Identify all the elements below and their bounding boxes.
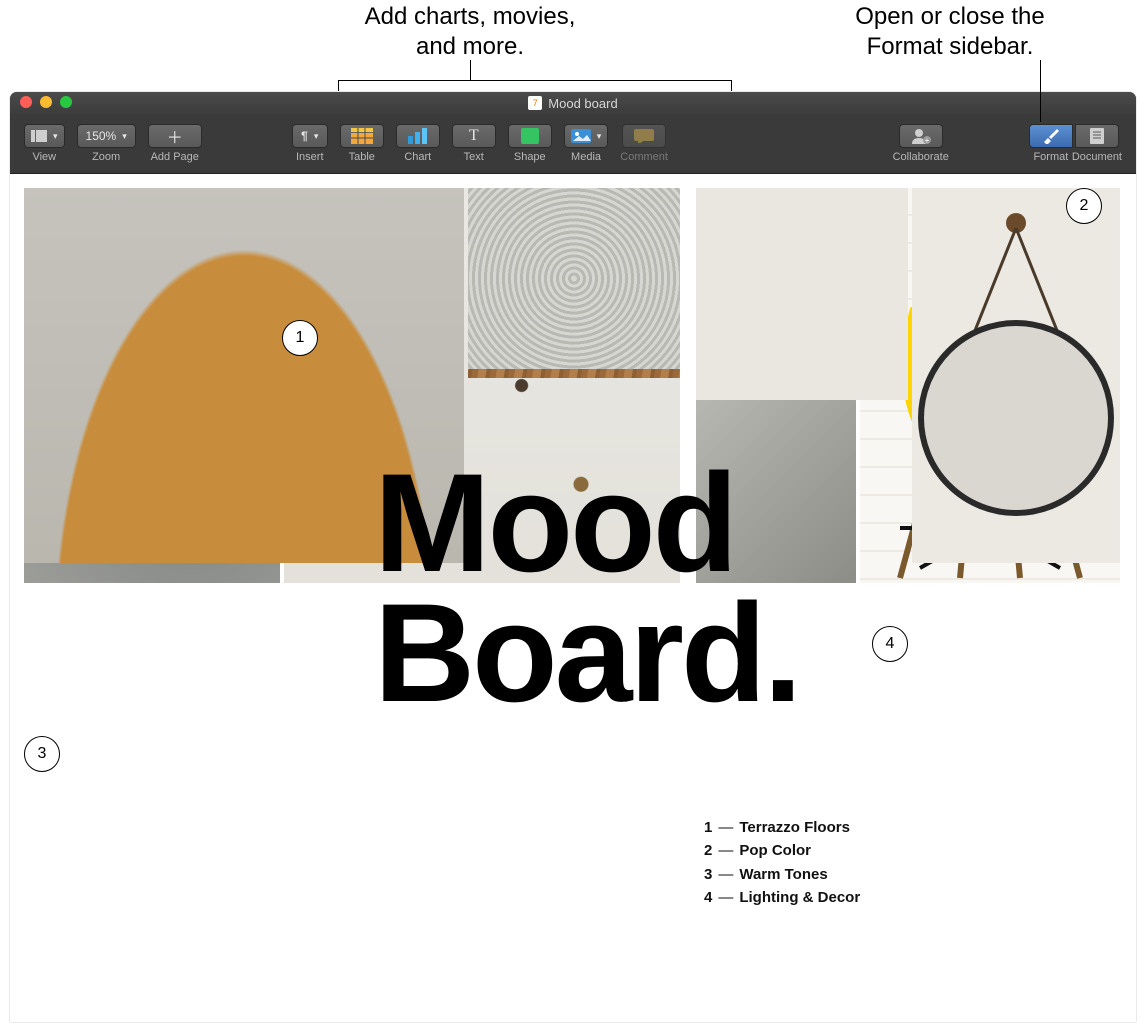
table-label: Table [349, 151, 375, 163]
text-label: Text [464, 151, 484, 163]
document-icon [1090, 128, 1104, 144]
title-bar: 7 Mood board [10, 92, 1136, 114]
table-button[interactable] [340, 124, 384, 148]
minimize-window-button[interactable] [40, 96, 52, 108]
paintbrush-icon [1042, 128, 1060, 144]
chevron-down-icon: ▾ [314, 131, 319, 142]
document-button[interactable] [1075, 124, 1119, 148]
bubble-1[interactable]: 1 [282, 320, 318, 356]
insert-label: Insert [296, 151, 324, 163]
table-icon [351, 128, 373, 144]
text-button[interactable]: T [452, 124, 496, 148]
media-button[interactable]: ▾ [564, 124, 609, 148]
chevron-down-icon: ▾ [122, 131, 127, 142]
annotation-format: Open or close theFormat sidebar. [780, 2, 1120, 62]
zoom-label: Zoom [92, 151, 120, 163]
chart-button[interactable] [396, 124, 440, 148]
image-sofa[interactable] [24, 188, 464, 563]
image-fur[interactable] [468, 188, 680, 369]
mirror-svg [912, 188, 1120, 563]
annotation-media: Add charts, movies,and more. [280, 2, 660, 62]
zoom-value: 150% [86, 129, 117, 143]
collaborate-icon: + [910, 128, 932, 144]
document-canvas[interactable]: MoodBoard. 1 2 3 4 1—Terrazzo Floors 2—P… [10, 174, 1136, 1022]
chart-label: Chart [404, 151, 431, 163]
chevron-down-icon: ▾ [53, 131, 58, 142]
paragraph-icon: ¶ [301, 129, 308, 143]
shape-button[interactable] [508, 124, 552, 148]
shape-label: Shape [514, 151, 546, 163]
chart-icon [407, 128, 429, 144]
add-page-label: Add Page [151, 151, 199, 163]
legend-item: 1—Terrazzo Floors [704, 816, 860, 839]
document-icon: 7 [528, 96, 542, 110]
media-label: Media [571, 151, 601, 163]
comment-icon [634, 129, 654, 143]
view-label: View [32, 151, 56, 163]
plus-icon: ＋ [167, 124, 183, 148]
toolbar: ▾ View 150% ▾ Zoom ＋ Add Page ¶ ▾ Insert [10, 114, 1136, 174]
image-mirror[interactable] [912, 188, 1120, 563]
annotation-stem-right [1040, 60, 1041, 122]
chevron-down-icon: ▾ [597, 131, 602, 142]
format-button[interactable] [1029, 124, 1073, 148]
legend-panel [696, 188, 908, 347]
window-controls [20, 96, 72, 108]
view-icon [31, 130, 47, 142]
document-label: Document [1072, 151, 1122, 163]
add-page-button[interactable]: ＋ [148, 124, 202, 148]
zoom-button[interactable]: 150% ▾ [77, 124, 136, 148]
comment-button[interactable] [622, 124, 666, 148]
close-window-button[interactable] [20, 96, 32, 108]
bubble-3[interactable]: 3 [24, 736, 60, 772]
app-window: 7 Mood board ▾ View 150% ▾ Zoom ＋ Add Pa… [10, 92, 1136, 1022]
insert-button[interactable]: ¶ ▾ [292, 124, 328, 148]
shape-icon [521, 128, 539, 144]
annotation-bracket [338, 80, 732, 90]
legend-list: 1—Terrazzo Floors 2—Pop Color 3—Warm Ton… [704, 816, 860, 909]
annotation-stem [470, 60, 471, 80]
bubble-4[interactable]: 4 [872, 626, 908, 662]
legend-item: 2—Pop Color [704, 839, 860, 862]
fullscreen-window-button[interactable] [60, 96, 72, 108]
format-label: Format [1033, 151, 1068, 163]
legend-item: 3—Warm Tones [704, 863, 860, 886]
window-title: Mood board [548, 96, 617, 111]
text-icon: T [469, 127, 479, 145]
bubble-2[interactable]: 2 [1066, 188, 1102, 224]
media-icon [571, 129, 591, 143]
legend-item: 4—Lighting & Decor [704, 886, 860, 909]
collaborate-label: Collaborate [893, 151, 949, 163]
view-button[interactable]: ▾ [24, 124, 65, 148]
comment-label: Comment [620, 151, 668, 163]
svg-text:+: + [924, 136, 929, 144]
collaborate-button[interactable]: + [899, 124, 943, 148]
